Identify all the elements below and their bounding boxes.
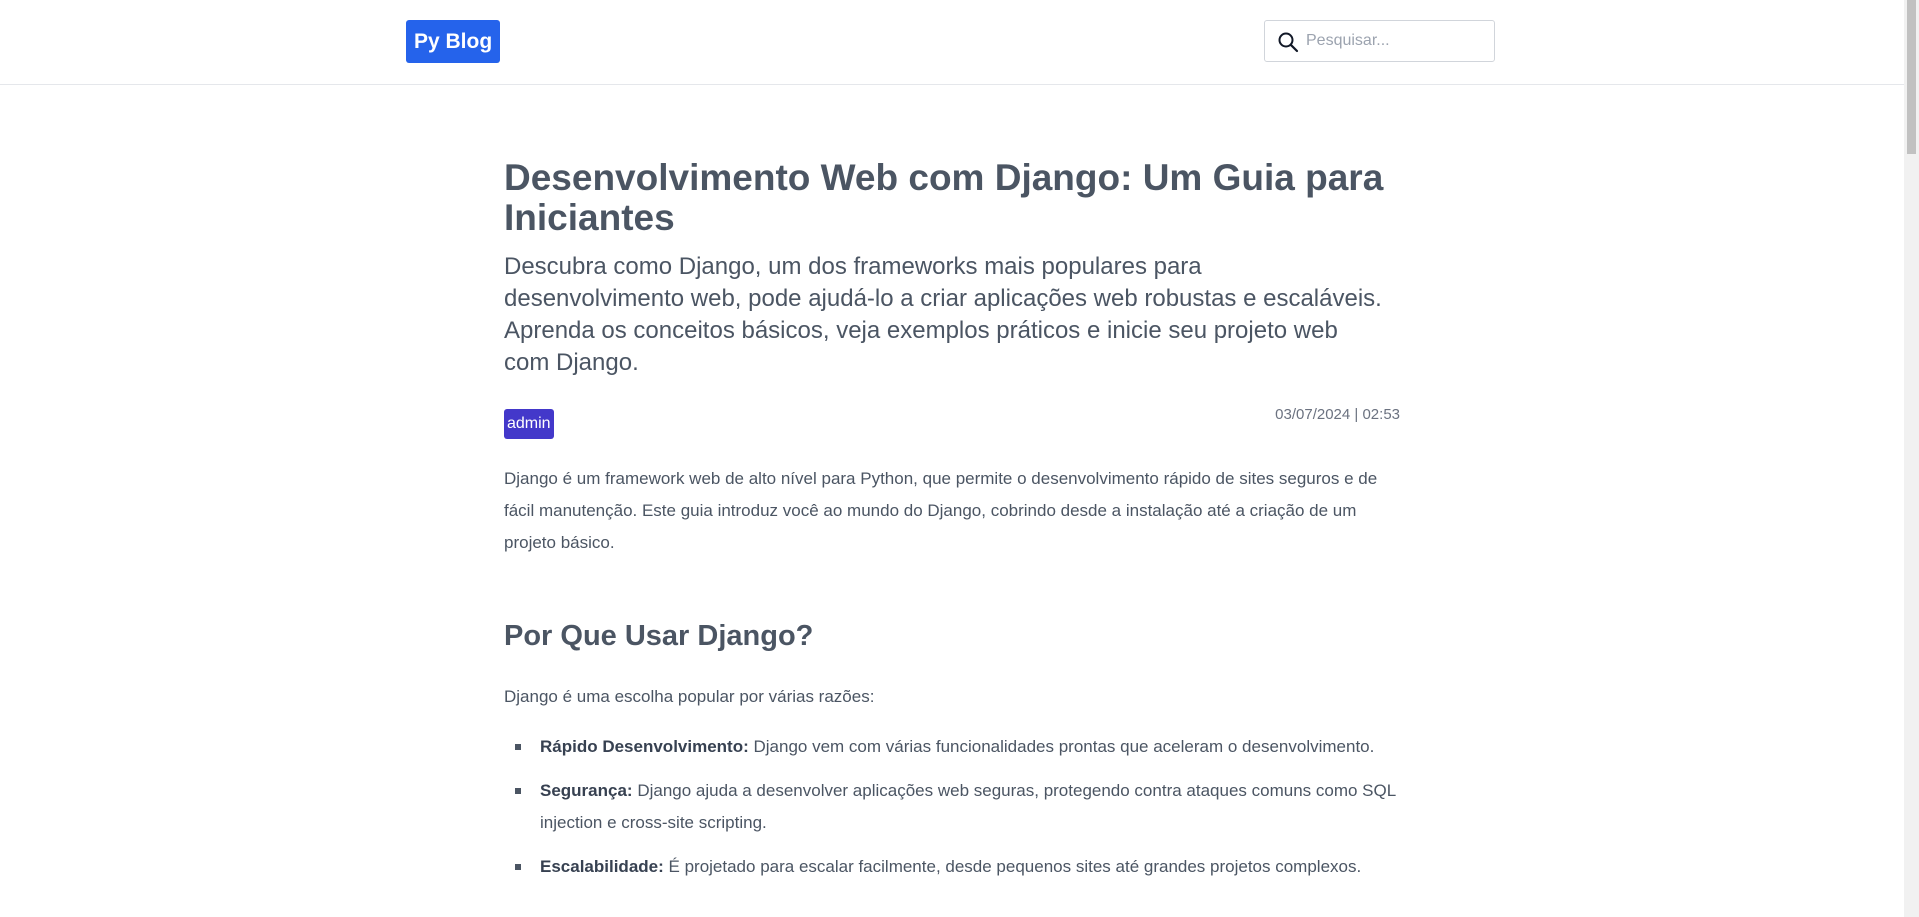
section-paragraph: Django é uma escolha popular por várias … [504,687,875,706]
article-subtitle: Descubra como Django, um dos frameworks … [504,253,1382,376]
bullet-marker [515,788,521,794]
bullet-marker [515,864,521,870]
scrollbar-thumb[interactable] [1907,0,1916,154]
list-item-label: Escalabilidade: [540,857,664,876]
list-item-label: Segurança: [540,781,633,800]
list-item: Rápido Desenvolvimento: Django vem com v… [504,731,1400,763]
page-scrollbar[interactable] [1904,0,1919,917]
list-item-text: É projetado para escalar facilmente, des… [668,857,1362,876]
search-box[interactable] [1264,20,1495,62]
bullet-marker [515,744,521,750]
page: Py Blog Desenvolvimento Web com Django: … [0,0,1919,917]
list-item: Escalabilidade: É projetado para escalar… [504,851,1400,883]
site-header: Py Blog [0,0,1904,85]
search-input[interactable] [1306,22,1486,60]
section-heading: Por Que Usar Django? [504,620,814,652]
list-item-text: Django ajuda a desenvolver aplicações we… [540,781,1396,832]
reasons-list: Rápido Desenvolvimento: Django vem com v… [504,731,1400,883]
list-item-text: Django vem com várias funcionalidades pr… [753,737,1375,756]
search-icon [1278,32,1299,53]
list-item: Segurança: Django ajuda a desenvolver ap… [504,775,1400,839]
article-title: Desenvolvimento Web com Django: Um Guia … [504,157,1384,238]
article-intro: Django é um framework web de alto nível … [504,469,1378,552]
list-item-label: Rápido Desenvolvimento: [540,737,749,756]
publish-date: 03/07/2024 | 02:53 [1275,406,1400,423]
site-logo[interactable]: Py Blog [406,20,501,63]
article-meta: admin 03/07/2024 | 02:53 [504,405,1400,445]
author-badge[interactable]: admin [504,409,554,439]
article: Desenvolvimento Web com Django: Um Guia … [504,158,1400,895]
